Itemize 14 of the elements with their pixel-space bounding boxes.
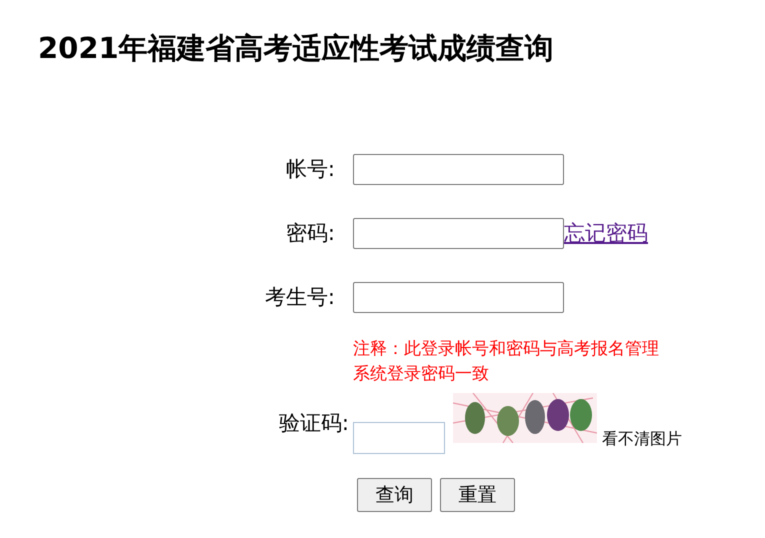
form-button[interactable]: 查询: [357, 478, 432, 512]
forgot-password-link[interactable]: 忘记密码: [564, 218, 648, 250]
input-field[interactable]: [353, 282, 564, 313]
field-label: 考生号:: [264, 284, 335, 311]
input-field[interactable]: [353, 218, 564, 249]
field-label: 帐号:: [286, 156, 335, 183]
captcha-label: 验证码:: [278, 410, 349, 438]
note-text: 注释：此登录帐号和密码与高考报名管理系统登录密码一致: [353, 338, 660, 386]
page-title: 2021年福建省高考适应性考试成绩查询: [38, 30, 554, 67]
field-label: 密码:: [286, 220, 335, 247]
form-button[interactable]: 重置: [440, 478, 515, 512]
captcha-input[interactable]: [353, 422, 445, 454]
refresh-captcha-link[interactable]: 看不清图片: [602, 427, 682, 451]
input-field[interactable]: [353, 154, 564, 185]
